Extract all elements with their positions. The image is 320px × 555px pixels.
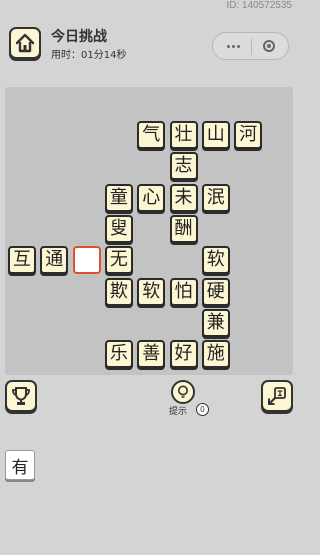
word-tile[interactable]: 软 <box>201 246 230 275</box>
word-tile[interactable]: 未 <box>169 183 198 212</box>
lightbulb-icon <box>171 380 195 404</box>
hint-label: 提示 <box>169 407 188 417</box>
miniprogram-capsule <box>212 32 289 60</box>
word-tile[interactable]: 欺 <box>104 277 133 306</box>
word-tile[interactable]: 泯 <box>201 183 230 212</box>
more-icon[interactable] <box>227 45 240 48</box>
share-button[interactable] <box>261 380 293 412</box>
word-tile[interactable]: 叟 <box>104 214 133 243</box>
word-tile[interactable]: 好 <box>169 340 198 369</box>
word-tile[interactable]: 硬 <box>201 277 230 306</box>
word-tile[interactable]: 软 <box>137 277 166 306</box>
trophy-button[interactable] <box>5 380 37 412</box>
hint-count-badge: 0 <box>196 403 209 416</box>
candidate-tile[interactable]: 有 <box>5 450 35 480</box>
word-tile[interactable]: 互 <box>8 246 36 275</box>
word-tile[interactable]: 兼 <box>201 308 230 337</box>
home-icon <box>15 33 35 53</box>
home-button[interactable] <box>9 27 41 59</box>
word-tile[interactable]: 乐 <box>104 340 133 369</box>
share-icon <box>267 387 286 406</box>
word-tile[interactable]: 心 <box>137 183 166 212</box>
hint-button[interactable]: 提示 0 <box>165 380 209 417</box>
blank-tile[interactable] <box>72 246 101 275</box>
close-circle-icon[interactable] <box>263 40 275 52</box>
word-tile[interactable]: 无 <box>104 246 133 275</box>
word-tile[interactable]: 施 <box>201 340 230 369</box>
puzzle-board: 气壮山河志童心未泯叟酬互通无软欺软怕硬兼乐善好施 <box>5 87 293 375</box>
capsule-divider <box>251 39 252 55</box>
trophy-icon <box>12 387 30 405</box>
word-tile[interactable]: 童 <box>104 183 133 212</box>
word-tile[interactable]: 怕 <box>169 277 198 306</box>
page-title: 今日挑战 <box>51 29 107 45</box>
timer-text: 用时：01分14秒 <box>51 50 127 61</box>
word-tile[interactable]: 志 <box>169 152 198 181</box>
word-tile[interactable]: 酬 <box>169 214 198 243</box>
word-tile[interactable]: 气 <box>137 121 166 149</box>
word-tile[interactable]: 山 <box>201 121 230 149</box>
word-tile[interactable]: 通 <box>40 246 69 275</box>
word-tile[interactable]: 壮 <box>169 121 198 149</box>
id-label: ID: 140572535 <box>226 0 292 11</box>
word-tile[interactable]: 河 <box>234 121 263 149</box>
word-tile[interactable]: 善 <box>137 340 166 369</box>
